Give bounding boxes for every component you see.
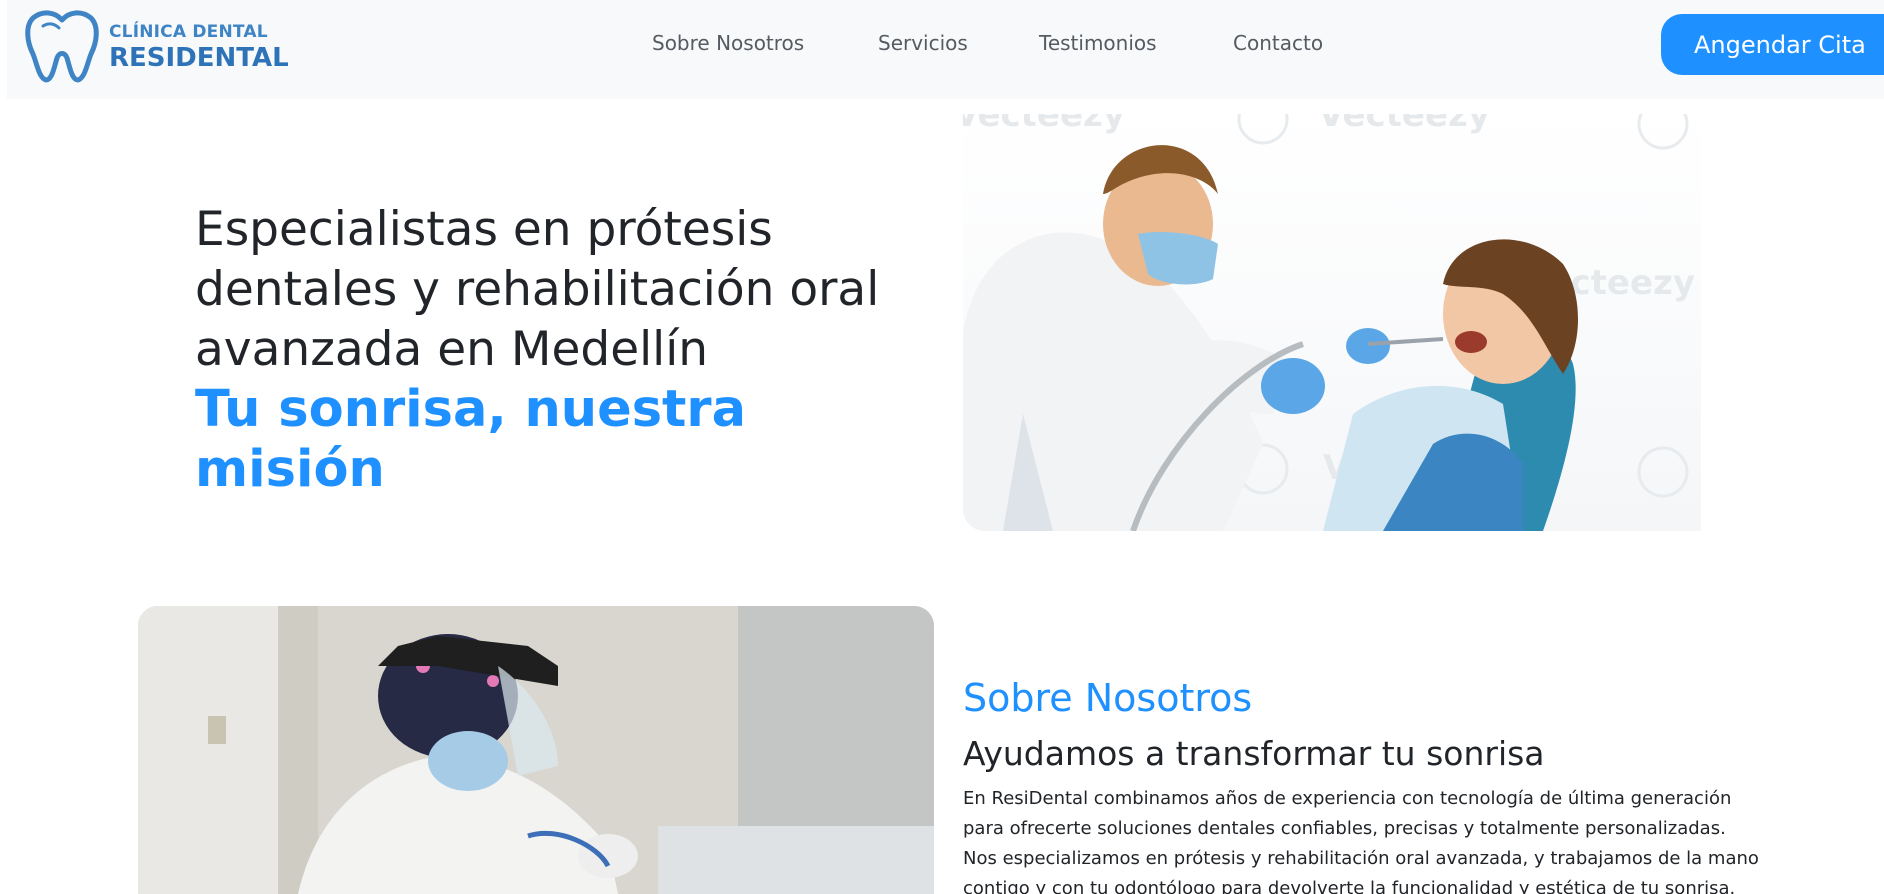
hero-illustration: Vecteezy Vecteezy Vecteezy Vecteezy	[963, 114, 1695, 531]
about-image-dentist	[138, 606, 934, 894]
about-illustration	[138, 606, 934, 894]
nav-links: Sobre Nosotros Servicios Testimonios Con…	[7, 31, 1884, 61]
watermark-text: Vecteezy	[963, 114, 1125, 135]
about-title: Ayudamos a transformar tu sonrisa	[963, 734, 1545, 773]
nav-link-servicios[interactable]: Servicios	[878, 31, 968, 55]
watermark-text: Vecteezy	[1318, 114, 1490, 135]
hero-title: Especialistas en prótesis dentales y reh…	[195, 202, 880, 377]
about-label: Sobre Nosotros	[963, 676, 1253, 720]
nav-link-sobre-nosotros[interactable]: Sobre Nosotros	[652, 31, 804, 55]
nav-link-testimonios[interactable]: Testimonios	[1039, 31, 1157, 55]
hero-section: Especialistas en prótesis dentales y reh…	[195, 200, 915, 500]
about-section: Sobre Nosotros Ayudamos a transformar tu…	[963, 672, 1763, 894]
navbar: CLÍNICA DENTAL RESIDENTAL Sobre Nosotros…	[7, 0, 1884, 99]
nav-link-contacto[interactable]: Contacto	[1233, 31, 1323, 55]
about-body: En ResiDental combinamos años de experie…	[963, 788, 1759, 894]
hero-subtitle: Tu sonrisa, nuestra misión	[195, 380, 746, 499]
schedule-appointment-button[interactable]: Angendar Cita	[1661, 14, 1884, 75]
hero-image-dentist-child: Vecteezy Vecteezy Vecteezy Vecteezy	[963, 114, 1701, 531]
